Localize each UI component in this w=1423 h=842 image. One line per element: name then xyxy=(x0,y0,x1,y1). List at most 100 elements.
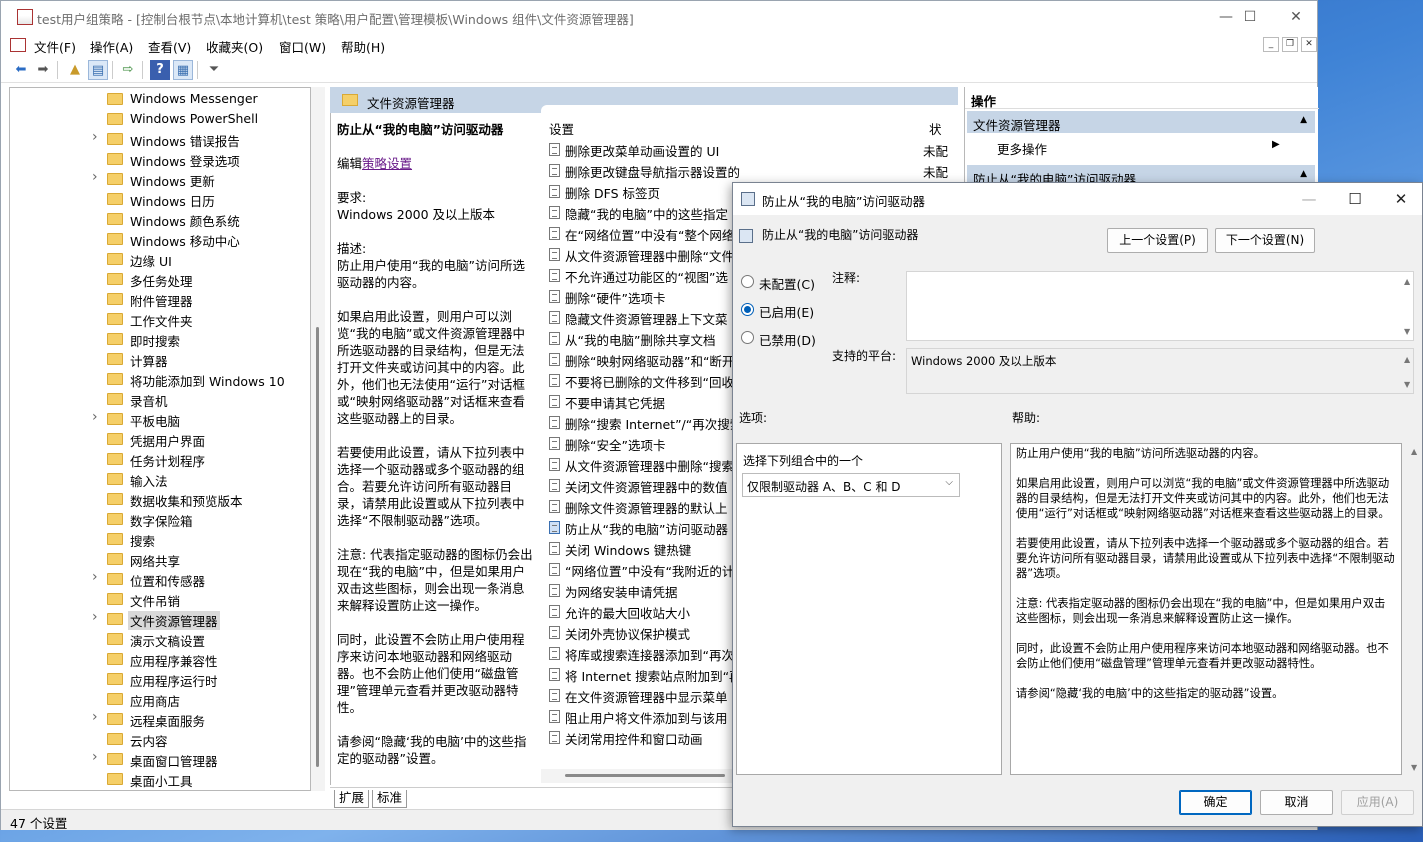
tree-item[interactable]: › 远程桌面服务 xyxy=(10,709,310,729)
tab-standard[interactable]: 标准 xyxy=(372,790,408,808)
up-folder-icon[interactable]: ▲ xyxy=(65,60,85,80)
tree-item[interactable]: Windows 移动中心 xyxy=(10,229,310,249)
forward-arrow-icon[interactable]: ➡ xyxy=(33,60,53,80)
mdi-minimize-button[interactable]: _ xyxy=(1263,37,1279,52)
cancel-button[interactable]: 取消 xyxy=(1260,790,1333,815)
tree-item[interactable]: 任务计划程序 xyxy=(10,449,310,469)
tree-item[interactable]: 网络共享 xyxy=(10,549,310,569)
setting-row[interactable]: 将 Internet 搜索站点附加到“再 xyxy=(541,664,741,685)
setting-row[interactable]: 关闭常用控件和窗口动画 xyxy=(541,727,741,748)
maximize-button[interactable]: ☐ xyxy=(1227,1,1273,33)
expand-chevron-icon[interactable]: › xyxy=(92,169,102,185)
scroll-up-icon[interactable]: ▲ xyxy=(1404,277,1419,286)
setting-row[interactable]: 隐藏文件资源管理器上下文菜 xyxy=(541,307,741,328)
tree-item[interactable]: 应用商店 xyxy=(10,689,310,709)
setting-row[interactable]: 从文件资源管理器中删除“搜索 xyxy=(541,454,741,475)
mdi-restore-button[interactable]: ❐ xyxy=(1282,37,1298,52)
setting-row[interactable]: “网络位置”中没有“我附近的计 xyxy=(541,559,741,580)
expand-chevron-icon[interactable]: › xyxy=(92,129,102,145)
help-icon[interactable]: ? xyxy=(150,60,170,80)
tree-item[interactable]: 数字保险箱 xyxy=(10,509,310,529)
tree-item[interactable]: 桌面小工具 xyxy=(10,769,310,789)
tree-item[interactable]: 演示文稿设置 xyxy=(10,629,310,649)
tree-scrollbar-thumb[interactable] xyxy=(316,327,319,767)
dialog-close-button[interactable]: ✕ xyxy=(1378,183,1423,215)
previous-setting-button[interactable]: 上一个设置(P) xyxy=(1107,228,1208,253)
close-button[interactable]: ✕ xyxy=(1273,1,1319,33)
radio-circle[interactable] xyxy=(741,275,754,288)
tree-item[interactable]: › 平板电脑 xyxy=(10,409,310,429)
tree-item[interactable]: › Windows 错误报告 xyxy=(10,129,310,149)
setting-row[interactable]: 允许的最大回收站大小 xyxy=(541,601,741,622)
setting-row[interactable]: 隐藏“我的电脑”中的这些指定 xyxy=(541,202,741,223)
menu-favorites[interactable]: 收藏夹(O) xyxy=(206,37,263,56)
drive-restriction-dropdown[interactable]: 仅限制驱动器 A、B、C 和 D ⌵ xyxy=(742,473,960,497)
setting-row[interactable]: 删除“映射网络驱动器”和“断开 xyxy=(541,349,741,370)
setting-row[interactable]: 关闭 Windows 键热键 xyxy=(541,538,741,559)
menu-window[interactable]: 窗口(W) xyxy=(279,37,326,56)
menu-view[interactable]: 查看(V) xyxy=(148,37,191,56)
next-setting-button[interactable]: 下一个设置(N) xyxy=(1215,228,1315,253)
setting-row[interactable]: 关闭外壳协议保护模式 xyxy=(541,622,741,643)
tree-item[interactable]: Windows Messenger xyxy=(10,89,310,109)
expand-chevron-icon[interactable]: › xyxy=(92,409,102,425)
setting-row[interactable]: 删除“搜索 Internet”/“再次搜索 xyxy=(541,412,741,433)
tree-item[interactable]: Windows 登录选项 xyxy=(10,149,310,169)
tree-item[interactable]: 附件管理器 xyxy=(10,289,310,309)
system-menu-icon[interactable] xyxy=(10,38,26,52)
setting-row[interactable]: 不要申请其它凭据 xyxy=(541,391,741,412)
show-hide-action-pane-icon[interactable]: ▦ xyxy=(173,60,193,80)
tree-item[interactable]: › 文件资源管理器 xyxy=(10,609,310,630)
menu-action[interactable]: 操作(A) xyxy=(90,37,133,56)
scroll-down-icon[interactable]: ▼ xyxy=(1404,380,1419,389)
tree-item[interactable]: 多任务处理 xyxy=(10,269,310,289)
setting-row[interactable]: 删除更改键盘导航指示器设置的 UI xyxy=(541,160,741,181)
expand-chevron-icon[interactable]: › xyxy=(92,749,102,765)
tree-item[interactable]: 录音机 xyxy=(10,389,310,409)
tree-item[interactable]: Windows PowerShell xyxy=(10,109,310,129)
menu-file[interactable]: 文件(F) xyxy=(34,37,76,56)
expand-chevron-icon[interactable]: › xyxy=(92,569,102,585)
setting-row[interactable]: 删除更改菜单动画设置的 UI xyxy=(541,139,741,160)
radio-circle[interactable] xyxy=(741,331,754,344)
tree-item[interactable]: 输入法 xyxy=(10,469,310,489)
tree-item[interactable]: 边缘 UI xyxy=(10,249,310,269)
collapse-arrow-icon[interactable]: ▲ xyxy=(1300,115,1307,125)
more-actions-item[interactable]: 更多操作 ▶ xyxy=(997,139,1280,158)
column-header-setting[interactable]: 设置 xyxy=(549,119,574,138)
tree-item[interactable]: 将功能添加到 Windows 10 xyxy=(10,369,310,389)
export-list-icon[interactable]: ⇨ xyxy=(118,60,138,80)
edit-policy-link[interactable]: 策略设置 xyxy=(362,156,412,171)
setting-row[interactable]: 关闭文件资源管理器中的数值 xyxy=(541,475,741,496)
dialog-maximize-button[interactable]: ☐ xyxy=(1332,183,1378,215)
setting-row[interactable]: 在“网络位置”中没有“整个网络 xyxy=(541,223,741,244)
tree-item[interactable]: › 桌面窗口管理器 xyxy=(10,749,310,769)
tree-scrollbar[interactable] xyxy=(311,87,325,791)
setting-row[interactable]: 删除文件资源管理器的默认上 xyxy=(541,496,741,517)
filter-icon[interactable]: ⏷ xyxy=(204,60,224,80)
dialog-minimize-button[interactable]: — xyxy=(1286,183,1332,215)
setting-row[interactable]: 删除 DFS 标签页 xyxy=(541,181,741,202)
scroll-up-icon[interactable]: ▲ xyxy=(1404,355,1419,364)
collapse-arrow-icon[interactable]: ▲ xyxy=(1300,169,1307,179)
setting-row[interactable]: 将库或搜索连接器添加到“再次 xyxy=(541,643,741,664)
setting-row[interactable]: 不允许通过功能区的“视图”选 xyxy=(541,265,741,286)
tree-item[interactable]: Windows 日历 xyxy=(10,189,310,209)
setting-row[interactable]: 从“我的电脑”删除共享文档 xyxy=(541,328,741,349)
tree-item[interactable]: 凭据用户界面 xyxy=(10,429,310,449)
mdi-close-button[interactable]: ✕ xyxy=(1301,37,1317,52)
tree-item[interactable]: 数据收集和预览版本 xyxy=(10,489,310,509)
back-arrow-icon[interactable]: ⬅ xyxy=(11,60,31,80)
setting-row[interactable]: 在文件资源管理器中显示菜单 xyxy=(541,685,741,706)
setting-row[interactable]: 不要将已删除的文件移到“回收 xyxy=(541,370,741,391)
column-header-state[interactable]: 状 xyxy=(929,119,942,138)
radio-circle[interactable] xyxy=(741,303,754,316)
setting-row[interactable]: 阻止用户将文件添加到与该用 xyxy=(541,706,741,727)
tab-extended[interactable]: 扩展 xyxy=(334,790,370,808)
tree-item[interactable]: 工作文件夹 xyxy=(10,309,310,329)
tree-item[interactable]: 即时搜索 xyxy=(10,329,310,349)
setting-row[interactable]: 从文件资源管理器中删除“文件 xyxy=(541,244,741,265)
setting-row[interactable]: 为网络安装申请凭据 xyxy=(541,580,741,601)
tree-item[interactable]: › Windows 更新 xyxy=(10,169,310,189)
expand-chevron-icon[interactable]: › xyxy=(92,709,102,725)
